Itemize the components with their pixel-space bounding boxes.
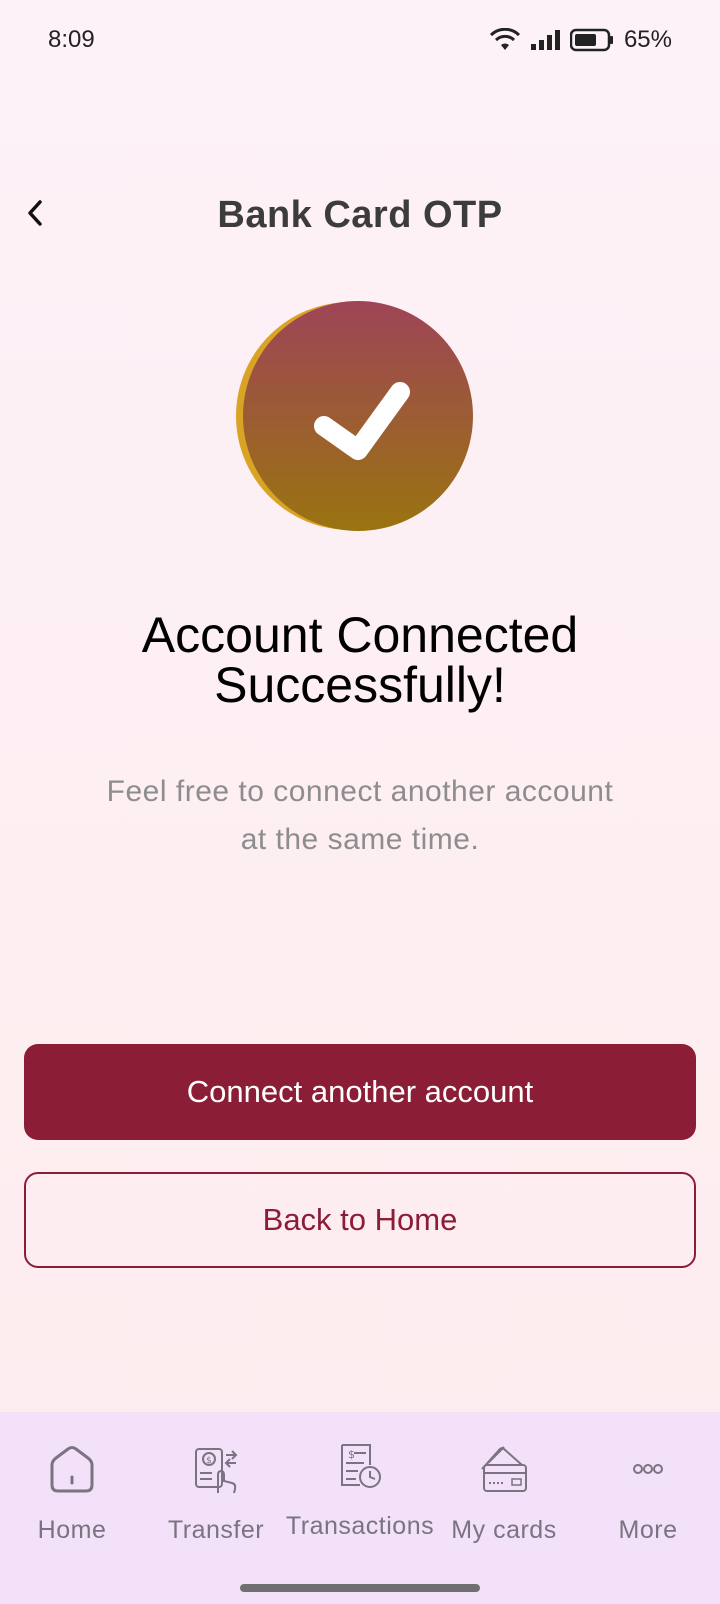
nav-label-more: More <box>618 1516 678 1544</box>
nav-item-more[interactable]: More <box>576 1442 720 1562</box>
nav-item-transfer[interactable]: $ Transfer <box>144 1442 288 1562</box>
success-subtext-line2: at the same time. <box>240 823 480 856</box>
more-icon <box>620 1442 676 1498</box>
nav-label-my-cards: My cards <box>451 1516 557 1544</box>
battery-percent: 65% <box>623 26 672 53</box>
chevron-left-icon <box>24 198 46 233</box>
nav-label-transfer: Transfer <box>167 1516 265 1544</box>
nav-label-transactions: Transactions <box>285 1512 435 1540</box>
success-heading: Account Connected Successfully! <box>40 610 680 710</box>
status-time: 8:09 <box>48 26 95 53</box>
svg-text:$: $ <box>348 1448 355 1461</box>
connect-another-account-button[interactable]: Connect another account <box>24 1044 696 1140</box>
back-to-home-label: Back to Home <box>262 1202 458 1237</box>
status-bar: 8:09 65% <box>0 0 720 80</box>
status-icons: 65% <box>489 26 672 54</box>
success-subtext-line1: Feel free to connect another account <box>106 775 614 808</box>
nav-item-home[interactable]: Home <box>0 1442 144 1562</box>
success-heading-line1: Account Connected <box>141 607 579 663</box>
nav-label-home: Home <box>37 1516 107 1544</box>
transactions-icon: $ <box>332 1438 388 1494</box>
success-check-icon <box>236 300 480 532</box>
battery-icon <box>569 28 614 52</box>
signal-icon <box>530 28 560 52</box>
back-button[interactable] <box>10 190 60 240</box>
cards-icon <box>476 1442 532 1498</box>
header: Bank Card OTP <box>0 180 720 250</box>
page-title: Bank Card OTP <box>217 193 503 236</box>
transfer-icon: $ <box>188 1442 244 1498</box>
bottom-nav: Home $ Transfer $ Transactions My cards … <box>0 1412 720 1604</box>
back-to-home-button[interactable]: Back to Home <box>24 1172 696 1268</box>
home-icon <box>44 1442 100 1498</box>
connect-another-account-label: Connect another account <box>186 1074 534 1109</box>
wifi-icon <box>489 28 520 52</box>
home-indicator[interactable] <box>240 1584 480 1592</box>
svg-text:$: $ <box>206 1456 212 1466</box>
nav-item-transactions[interactable]: $ Transactions <box>285 1438 435 1558</box>
success-subtext: Feel free to connect another account at … <box>60 768 660 864</box>
nav-item-my-cards[interactable]: My cards <box>432 1442 576 1562</box>
success-heading-line2: Successfully! <box>214 657 506 713</box>
